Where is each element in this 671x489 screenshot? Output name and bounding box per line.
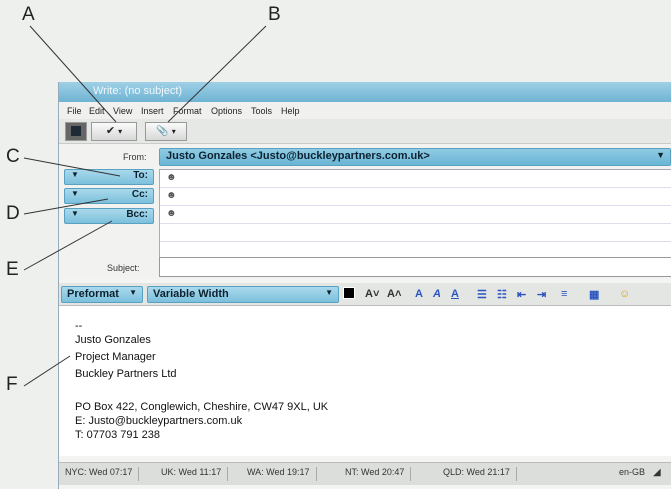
person-icon: ☻: [166, 172, 177, 183]
menu-view[interactable]: View: [113, 106, 132, 116]
outdent-icon[interactable]: ⇤: [517, 288, 526, 301]
indent-icon[interactable]: ⇥: [537, 288, 546, 301]
signature-address: PO Box 422, Conglewich, Cheshire, CW47 9…: [75, 401, 329, 413]
chevron-down-icon: ▾: [171, 127, 176, 136]
paragraph-style-select[interactable]: Preformat ▼: [61, 286, 143, 303]
chevron-down-icon: ▼: [71, 189, 79, 198]
to-button[interactable]: ▼ To:: [64, 169, 154, 185]
chevron-down-icon: ▼: [71, 170, 79, 179]
callout-c: C: [6, 146, 20, 167]
recipient-row-cc[interactable]: ☻: [160, 188, 671, 206]
to-label: To:: [133, 170, 148, 181]
signature-dashes: --: [75, 320, 83, 332]
callout-b: B: [268, 4, 281, 25]
menu-edit[interactable]: Edit: [89, 106, 105, 116]
message-body[interactable]: -- Justo Gonzales Project Manager Buckle…: [59, 306, 671, 456]
title-bar: Write: (no subject): [59, 82, 671, 102]
paragraph-style-value: Preformat: [67, 288, 119, 300]
menu-tools[interactable]: Tools: [251, 106, 272, 116]
signature-email: E: Justo@buckleypartners.com.uk: [75, 415, 243, 427]
checkmark-icon: ✔: [105, 125, 116, 137]
send-icon: [71, 126, 81, 136]
menu-insert[interactable]: Insert: [141, 106, 164, 116]
chevron-down-icon: ▼: [71, 209, 79, 218]
subject-label: Subject:: [107, 263, 140, 273]
text-color-icon[interactable]: [343, 287, 355, 299]
compose-window: Write: (no subject) File Edit View Inser…: [58, 82, 671, 489]
menu-file[interactable]: File: [67, 106, 82, 116]
numbered-list-icon[interactable]: ☷: [497, 288, 507, 301]
callout-d: D: [6, 203, 20, 224]
format-toolbar: Preformat ▼ Variable Width ▼ A˅ A˄ A A A…: [59, 283, 671, 306]
chevron-down-icon: ▼: [325, 288, 333, 297]
recipient-row-to[interactable]: ☻: [160, 170, 671, 188]
from-select[interactable]: Justo Gonzales <Justo@buckleypartners.co…: [159, 148, 671, 166]
language-indicator: en-GB: [619, 467, 646, 477]
subject-input[interactable]: [159, 257, 671, 277]
menu-help[interactable]: Help: [281, 106, 300, 116]
signature-phone: T: 07703 791 238: [75, 429, 161, 441]
send-button[interactable]: [65, 122, 87, 141]
italic-icon[interactable]: A: [433, 288, 441, 300]
spellcheck-button[interactable]: ✔ ▾: [91, 122, 137, 141]
chevron-down-icon: ▾: [118, 127, 123, 136]
smiley-icon[interactable]: ☺: [619, 288, 630, 300]
callout-f: F: [6, 374, 18, 395]
font-select[interactable]: Variable Width ▼: [147, 286, 339, 303]
clock-wa: WA: Wed 19:17: [247, 467, 317, 481]
recipient-row-bcc[interactable]: ☻: [160, 206, 671, 224]
from-value: Justo Gonzales <Justo@buckleypartners.co…: [166, 150, 430, 162]
person-icon: ☻: [166, 190, 177, 201]
cc-label: Cc:: [131, 189, 148, 200]
cc-button[interactable]: ▼ Cc:: [64, 188, 154, 204]
person-icon: ☻: [166, 208, 177, 219]
menu-bar: File Edit View Insert Format Options Too…: [59, 102, 671, 119]
paperclip-icon: 📎: [156, 126, 169, 137]
underline-icon[interactable]: A: [451, 288, 459, 300]
bullet-list-icon[interactable]: ☰: [477, 288, 487, 301]
smaller-text-icon[interactable]: A˅: [365, 288, 379, 300]
resize-grip-icon[interactable]: ◢: [653, 467, 667, 481]
window-title: Write: (no subject): [93, 85, 183, 97]
clock-qld: QLD: Wed 21:17: [443, 467, 517, 481]
signature-name: Justo Gonzales: [75, 334, 151, 346]
insert-icon[interactable]: ▦: [589, 288, 599, 301]
from-label: From:: [123, 152, 147, 162]
font-value: Variable Width: [153, 288, 229, 300]
bcc-label: Bcc:: [126, 209, 148, 220]
clock-nt: NT: Wed 20:47: [345, 467, 412, 481]
signature-company: Buckley Partners Ltd: [75, 368, 177, 380]
larger-text-icon[interactable]: A˄: [387, 288, 401, 300]
chevron-down-icon: ▼: [129, 288, 137, 297]
attach-button[interactable]: 📎 ▾: [145, 122, 187, 141]
recipient-row-empty[interactable]: [160, 224, 671, 242]
callout-e: E: [6, 259, 19, 280]
bcc-button[interactable]: ▼ Bcc:: [64, 208, 154, 224]
align-icon[interactable]: ≡: [561, 288, 567, 300]
chevron-down-icon: ▼: [656, 150, 665, 160]
bold-icon[interactable]: A: [415, 288, 423, 300]
clock-nyc: NYC: Wed 07:17: [65, 467, 140, 481]
toolbar: ✔ ▾ 📎 ▾: [59, 119, 671, 144]
menu-format[interactable]: Format: [173, 106, 202, 116]
clock-uk: UK: Wed 11:17: [161, 467, 229, 481]
signature-title: Project Manager: [75, 351, 156, 363]
menu-options[interactable]: Options: [211, 106, 242, 116]
status-bar: NYC: Wed 07:17 UK: Wed 11:17 WA: Wed 19:…: [59, 462, 671, 485]
callout-a: A: [22, 4, 35, 25]
recipient-list: ☻ ☻ ☻: [159, 169, 671, 267]
